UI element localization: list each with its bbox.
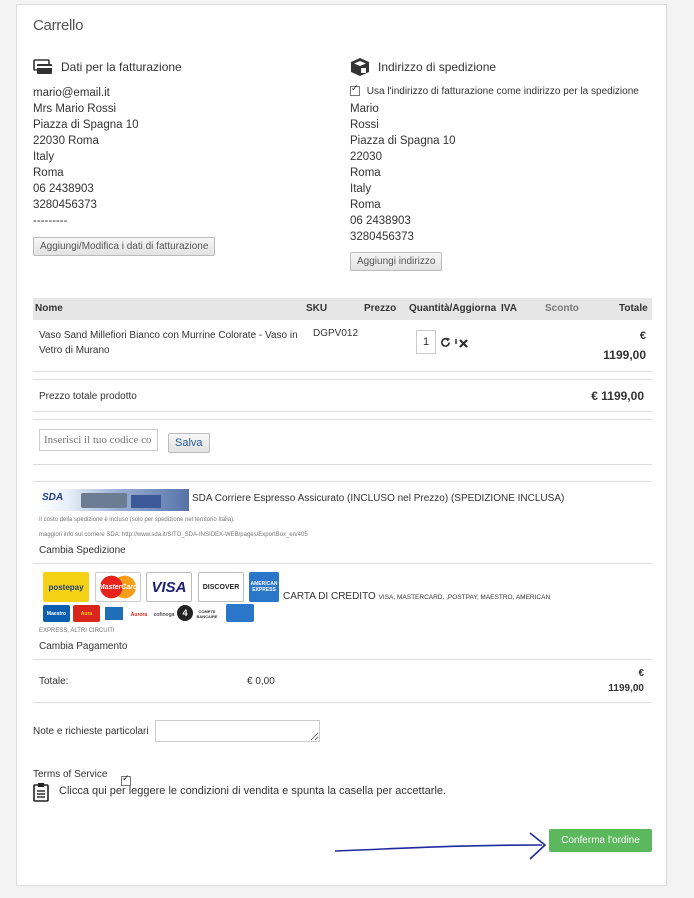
product-name[interactable]: Vaso Sand Millefiori Bianco con Murrine …	[39, 328, 301, 358]
credit-card-icon	[33, 59, 52, 74]
billing-line: ---------	[33, 215, 68, 227]
billing-line: 06 2438903	[33, 183, 94, 195]
arrow-annotation	[334, 832, 547, 860]
col-sku: SKU	[306, 303, 328, 314]
divider	[33, 481, 652, 482]
shipping-note: Il costo della spedizione è incluso (sol…	[39, 517, 235, 523]
divider	[33, 371, 652, 372]
shipping-line: Piazza di Spagna 10	[350, 135, 456, 147]
shipping-method-title: SDA Corriere Espresso Assicurato (INCLUS…	[192, 493, 565, 504]
table-row: Vaso Sand Millefiori Bianco con Murrine …	[33, 320, 652, 372]
same-address-label: Usa l'indirizzo di fatturazione come ind…	[366, 86, 639, 97]
shipping-line: 22030	[350, 151, 382, 163]
mastercard-logo: MasterCard	[95, 572, 141, 602]
aurora-logo: Aurora	[128, 607, 150, 622]
payment-title-small: VISA, MASTERCARD, ,POSTPAY, MAESTRO, AME…	[378, 594, 551, 601]
postepay-logo: postepay	[43, 572, 89, 602]
billing-header: Dati per la fatturazione	[33, 57, 182, 77]
cart-table-header: Nome SKU Prezzo Quantità/Aggiorna IVA Sc…	[33, 298, 652, 320]
same-address-checkbox[interactable]	[350, 83, 360, 97]
notes-textarea[interactable]	[155, 720, 320, 742]
divider	[33, 702, 652, 703]
col-total: Totale	[619, 303, 648, 314]
divider	[33, 659, 652, 660]
billing-line: Roma	[33, 167, 64, 179]
billing-line: 22030 Roma	[33, 135, 99, 147]
coupon-save-button[interactable]: Salva	[168, 433, 210, 453]
shipping-line: 3280456373	[350, 231, 414, 243]
maestro-logo: Maestro	[43, 605, 70, 622]
sda-logo: SDA	[39, 489, 189, 511]
col-qty: Quantità/Aggiorna	[409, 303, 497, 314]
change-shipping-link[interactable]: Cambia Spedizione	[39, 545, 126, 556]
product-total-label: Prezzo totale prodotto	[39, 391, 137, 402]
divider	[33, 379, 652, 380]
edit-billing-button[interactable]: Aggiungi/Modifica i dati di fatturazione	[33, 237, 216, 256]
divider	[33, 419, 652, 420]
total-label: Totale:	[39, 676, 69, 687]
card-logo	[103, 605, 125, 622]
total-amount: € 0,00	[247, 676, 275, 687]
add-address-button[interactable]: Aggiungi indirizzo	[350, 252, 443, 271]
divider	[33, 464, 652, 465]
aura-logo: Aura	[73, 605, 100, 622]
discover-logo: DISCOVER	[198, 572, 244, 602]
shipping-address: Mario Rossi Piazza di Spagna 10 22030 Ro…	[350, 101, 456, 245]
col-discount: Sconto	[545, 303, 579, 314]
terms-link[interactable]: Clicca qui per leggere le condizioni di …	[59, 785, 446, 797]
shipping-line: 06 2438903	[350, 215, 411, 227]
same-address-option: Usa l'indirizzo di fatturazione come ind…	[350, 83, 639, 97]
product-sku: DGPV012	[313, 328, 359, 339]
row-total: 1199,00	[603, 348, 646, 362]
product-total-value: € 1199,00	[591, 389, 644, 403]
terms-label: Terms of Service	[33, 769, 108, 780]
shipping-line: Mario	[350, 103, 379, 115]
col-price: Prezzo	[364, 303, 397, 314]
total-currency: €	[638, 668, 644, 679]
payment-title-main: CARTA DI CREDITO	[283, 591, 376, 602]
billing-line: mario@email.it	[33, 87, 110, 99]
change-payment-link[interactable]: Cambia Pagamento	[39, 641, 127, 652]
clipboard-icon	[33, 783, 49, 802]
row-currency: €	[639, 330, 646, 342]
billing-address: mario@email.it Mrs Mario Rossi Piazza di…	[33, 85, 139, 229]
cofinoga-logo: cofinoga	[153, 607, 175, 622]
sda-logo-text: SDA	[42, 492, 64, 503]
shipping-line: Roma	[350, 199, 381, 211]
shipping-line: Italy	[350, 183, 372, 195]
visa-logo: VISA	[146, 572, 192, 602]
billing-line: Piazza di Spagna 10	[33, 119, 139, 131]
truck-image	[131, 495, 161, 508]
compte-bancaire-logo: COMPTE BANCAIRE	[196, 606, 218, 621]
card-logo	[226, 604, 254, 622]
shipping-info-link[interactable]: maggiori info sul corriere SDA: http://w…	[39, 532, 308, 538]
package-icon	[351, 58, 369, 76]
cart-panel: Carrello Dati per la fatturazione mario@…	[16, 4, 667, 886]
confirm-order-button[interactable]: Conferma l'ordine	[549, 829, 652, 852]
shipping-heading: Indirizzo di spedizione	[378, 60, 497, 74]
page-title: Carrello	[33, 17, 84, 34]
four-logo: 4	[177, 605, 193, 621]
billing-line: Italy	[33, 151, 55, 163]
amex-logo: AMERICAN EXPRESS	[249, 572, 279, 602]
col-name: Nome	[35, 303, 63, 314]
refresh-icon[interactable]	[440, 337, 451, 348]
billing-line: 3280456373	[33, 199, 97, 211]
remove-icon[interactable]	[455, 338, 469, 348]
total-value: 1199,00	[608, 683, 644, 694]
notes-label: Note e richieste particolari	[33, 726, 149, 737]
shipping-line: Rossi	[350, 119, 379, 131]
coupon-input[interactable]	[39, 429, 158, 451]
payment-title-small2: EXPRESS, ALTRI CIRCUITI	[39, 628, 115, 634]
payment-title: CARTA DI CREDITO VISA, MASTERCARD, ,POST…	[283, 591, 550, 602]
shipping-line: Roma	[350, 167, 381, 179]
billing-line: Mrs Mario Rossi	[33, 103, 117, 115]
quantity-input[interactable]: 1	[416, 330, 436, 354]
billing-heading: Dati per la fatturazione	[61, 60, 182, 74]
col-vat: IVA	[501, 303, 517, 314]
divider	[33, 411, 652, 412]
shipping-header: Indirizzo di spedizione	[350, 57, 496, 77]
divider	[33, 563, 652, 564]
truck-image	[81, 493, 127, 508]
